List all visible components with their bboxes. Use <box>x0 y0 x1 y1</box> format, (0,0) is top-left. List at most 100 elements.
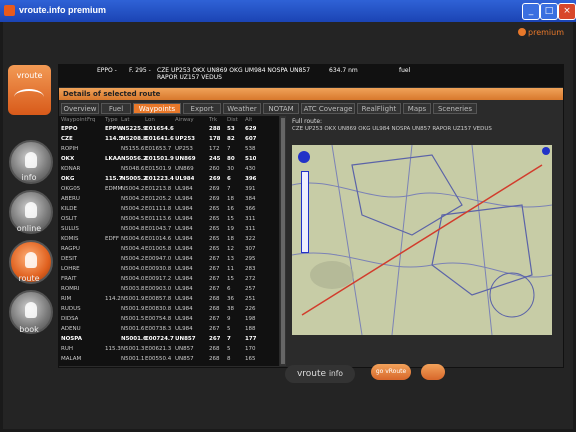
tab-maps[interactable]: Maps <box>403 103 431 114</box>
tab-fuel[interactable]: Fuel <box>101 103 131 114</box>
table-row[interactable]: ADENU N5001.6 E00738.3 UL984 267 5 188 <box>59 326 279 333</box>
table-cell: N5004.2 <box>121 196 145 202</box>
table-cell: 265 <box>209 216 220 222</box>
table-row[interactable]: OKG05 EDMM N5004.2 E01213.8 UL984 269 7 391 <box>59 186 279 193</box>
tab-sceneries[interactable]: Sceneries <box>433 103 477 114</box>
table-cell: 8 <box>227 356 231 362</box>
table-row[interactable]: CZE 114.5 N5208.8 E01641.6 UP253 178 82 607 <box>59 136 279 143</box>
table-scrollbar[interactable] <box>280 116 286 366</box>
tab-weather[interactable]: Weather <box>223 103 261 114</box>
table-cell: Trk <box>209 117 217 123</box>
table-row[interactable]: RUDUS N5001.9 E00830.8 UL984 268 38 226 <box>59 306 279 313</box>
table-cell: UL984 <box>175 196 193 202</box>
table-row[interactable]: RAGPU N5004.4 E01005.8 UL984 265 12 307 <box>59 246 279 253</box>
table-row[interactable]: RIM 114.2 N5001.9 E00857.8 UL984 268 36 251 <box>59 296 279 303</box>
table-cell: 267 <box>209 286 220 292</box>
table-cell: N5001.5 <box>121 316 145 322</box>
table-row[interactable]: OKX LKAA N5056.2 E01501.9 UN869 245 80 510 <box>59 156 279 163</box>
table-row[interactable]: DIDSA N5001.5 E00754.8 UL984 267 9 198 <box>59 316 279 323</box>
route-label: route <box>18 274 40 283</box>
table-cell: KILDE <box>61 206 78 212</box>
tab-export[interactable]: Export <box>183 103 221 114</box>
table-cell: LKAA <box>105 156 122 162</box>
route-map[interactable] <box>292 145 552 335</box>
table-cell: E00550.4 <box>145 356 172 362</box>
table-row[interactable]: NOSPA N5001.6 E00724.7 UN857 267 7 177 <box>59 336 279 343</box>
table-row[interactable]: LOHRE N5004.0 E00930.8 UL984 267 11 283 <box>59 266 279 273</box>
table-cell: 307 <box>245 246 256 252</box>
table-cell: 38 <box>227 306 234 312</box>
table-row[interactable]: DESIT N5004.2 E00947.0 UL984 267 13 295 <box>59 256 279 263</box>
table-cell: 80 <box>227 156 235 162</box>
table-cell: E00947.0 <box>145 256 172 262</box>
table-cell: DIDSA <box>61 316 79 322</box>
maximize-button[interactable]: □ <box>540 3 558 20</box>
table-row[interactable]: EPPO EPPW N5225.9 E01654.6 288 53 629 <box>59 126 279 133</box>
go-button[interactable]: go vRoute <box>371 364 411 380</box>
table-cell: N5048.6 <box>121 166 145 172</box>
table-row[interactable]: FRAIT N5004.0 E00917.2 UL984 267 15 272 <box>59 276 279 283</box>
table-row[interactable]: MALAM N5001.1 E00550.4 UN857 268 8 165 <box>59 356 279 363</box>
table-cell: 295 <box>245 256 256 262</box>
table-cell: ABERU <box>61 196 80 202</box>
table-cell: UL984 <box>175 306 193 312</box>
tab-overview[interactable]: Overview <box>61 103 99 114</box>
table-cell: OKG <box>61 176 75 182</box>
tab-atc-coverage[interactable]: ATC Coverage <box>301 103 355 114</box>
table-cell: UL984 <box>175 236 193 242</box>
map-graphic <box>292 145 552 335</box>
table-cell: N5001.9 <box>121 306 145 312</box>
table-cell: Airway <box>175 117 194 123</box>
table-cell: N5001.9 <box>121 296 145 302</box>
route-home-label: vroute <box>16 71 43 80</box>
table-row[interactable]: ROMRI N5003.8 E00903.0 UL984 267 6 257 <box>59 286 279 293</box>
table-row[interactable]: OKG 115.7 N5005.2 E01223.4 UL984 269 6 396 <box>59 176 279 183</box>
table-cell: UL984 <box>175 176 195 182</box>
table-row[interactable]: KILDE N5004.2 E01111.8 UL984 265 16 366 <box>59 206 279 213</box>
table-cell: N5004.2 <box>121 186 145 192</box>
table-cell: E01005.8 <box>145 246 172 252</box>
zoom-slider[interactable] <box>301 171 309 253</box>
table-row[interactable]: RUH 115.3 N5001.3 E00621.3 UN857 268 5 170 <box>59 346 279 353</box>
layer-switcher-icon[interactable] <box>542 147 550 155</box>
table-row[interactable]: KOMIS EDFF N5004.6 E01014.6 UL984 265 18 322 <box>59 236 279 243</box>
table-cell: 322 <box>245 236 256 242</box>
table-cell: MALAM <box>61 356 82 362</box>
tab-realflight[interactable]: RealFlight <box>357 103 401 114</box>
table-cell: 6 <box>227 176 231 182</box>
info-label: info <box>21 173 37 182</box>
table-cell: 7 <box>227 336 231 342</box>
table-cell: 430 <box>245 166 256 172</box>
table-cell: E00917.2 <box>145 276 172 282</box>
table-cell: RUH <box>61 346 73 352</box>
table-row[interactable]: SULUS N5004.8 E01043.7 UL984 265 19 311 <box>59 226 279 233</box>
table-cell: 629 <box>245 126 257 132</box>
route-home-button[interactable]: vroute <box>8 65 51 115</box>
table-cell: N5003.8 <box>121 286 145 292</box>
tab-notam[interactable]: NOTAM <box>263 103 299 114</box>
tab-waypoints[interactable]: Waypoints <box>133 103 181 114</box>
table-cell: 268 <box>209 306 220 312</box>
table-row[interactable]: ROPIH N5155.6 E01653.7 UP253 172 7 538 <box>59 146 279 153</box>
table-cell: 172 <box>209 146 220 152</box>
table-cell: EDMM <box>105 186 123 192</box>
table-cell: Frq <box>87 117 96 123</box>
table-cell: 7 <box>227 186 231 192</box>
table-cell: E01223.4 <box>145 176 174 182</box>
refresh-button[interactable] <box>421 364 445 380</box>
table-cell: N5155.6 <box>121 146 145 152</box>
table-row[interactable]: OSLIT N5004.5 E01113.6 UL984 265 15 311 <box>59 216 279 223</box>
pan-control-icon[interactable] <box>298 151 310 163</box>
table-header: Waypoint Frq Type Lat Lon Airway Trk Dist Alt <box>59 117 279 124</box>
from-cell: EPPO - <box>97 67 117 74</box>
table-cell: EDFF <box>105 236 120 242</box>
table-cell: N5225.9 <box>121 126 147 132</box>
minimize-button[interactable]: _ <box>522 3 540 20</box>
table-cell: UL984 <box>175 226 193 232</box>
table-cell: E01043.7 <box>145 226 172 232</box>
table-cell: UP253 <box>175 136 195 142</box>
table-row[interactable]: KONAR N5048.6 E01501.9 UN869 260 30 430 <box>59 166 279 173</box>
table-row[interactable]: ABERU N5004.2 E01205.2 UL984 269 18 384 <box>59 196 279 203</box>
table-cell: 12 <box>227 246 234 252</box>
close-button[interactable]: × <box>558 3 576 20</box>
